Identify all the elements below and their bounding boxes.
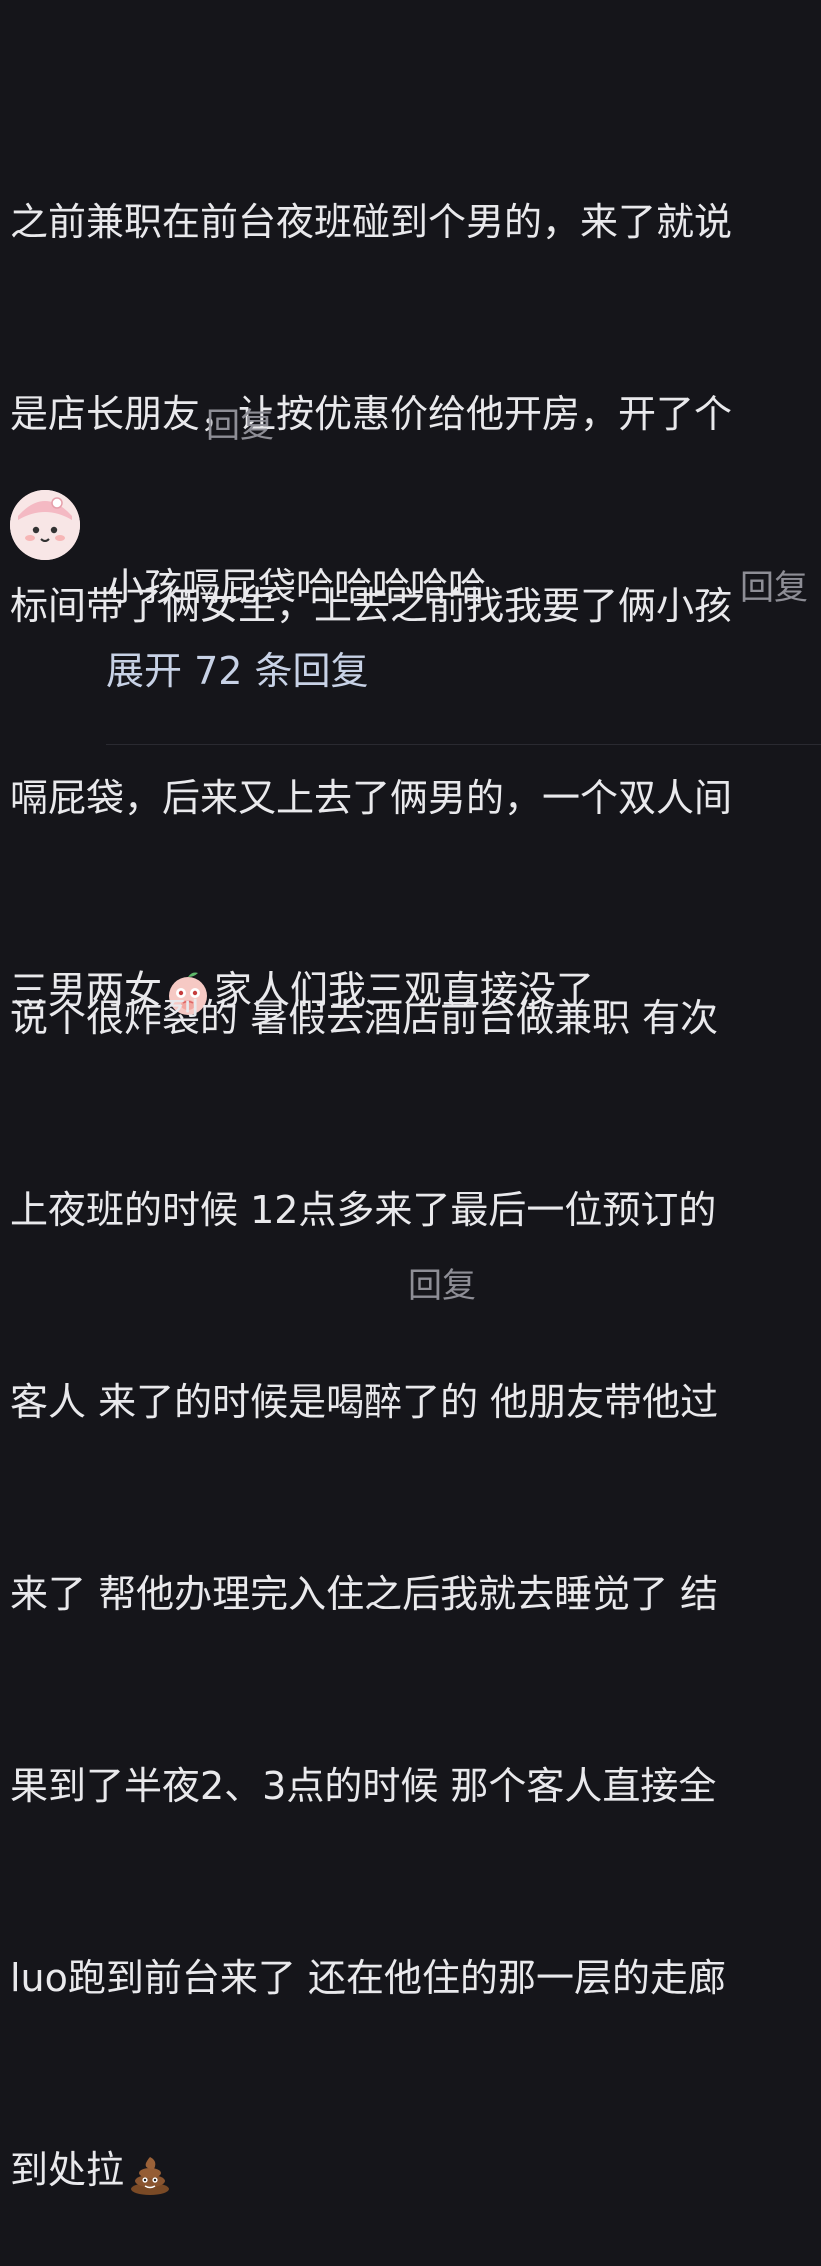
comment-line: 来了 帮他办理完入住之后我就去睡觉了 结 bbox=[10, 1572, 719, 1616]
comment-line: 客人 来了的时候是喝醉了的 他朋友带他过 bbox=[10, 1380, 719, 1424]
avatar[interactable] bbox=[10, 490, 80, 560]
comment-line: 嗝屁袋，后来又上去了俩男的，一个双人间 bbox=[10, 776, 733, 820]
comment-line: 是店长朋友，让按优惠价给他开房，开了个 bbox=[10, 392, 733, 436]
comment-line: luo跑到前台来了 还在他住的那一层的走廊 bbox=[10, 1956, 726, 2000]
expand-replies-button[interactable]: 展开 72 条回复 bbox=[106, 646, 369, 696]
comment-line: 之前兼职在前台夜班碰到个男的，来了就说 bbox=[10, 200, 733, 244]
comment-line: 上夜班的时候 12点多来了最后一位预订的 bbox=[10, 1188, 717, 1232]
poop-emoji-icon bbox=[131, 2156, 170, 2195]
comment-2-body: 说个很炸裂的 暑假去酒店前台做兼职 有次 上夜班的时候 12点多来了最后一位预订… bbox=[10, 858, 810, 2266]
comment-line-last: 到处拉 bbox=[10, 2138, 810, 2202]
reply-button[interactable]: 回复 bbox=[408, 1266, 476, 1306]
comment-line: 说个很炸裂的 暑假去酒店前台做兼职 有次 bbox=[10, 996, 719, 1040]
reply-button[interactable]: 回复 bbox=[206, 406, 274, 446]
divider bbox=[106, 744, 821, 745]
comment-text-segment: 到处拉 bbox=[10, 2148, 125, 2192]
comment-line: 果到了半夜2、3点的时候 那个客人直接全 bbox=[10, 1764, 717, 1808]
sub-reply-text: 小孩嗝屁袋哈哈哈哈哈 bbox=[106, 565, 487, 609]
sub-reply-button[interactable]: 回复 bbox=[740, 568, 808, 608]
cartoon-avatar-icon bbox=[10, 490, 80, 560]
